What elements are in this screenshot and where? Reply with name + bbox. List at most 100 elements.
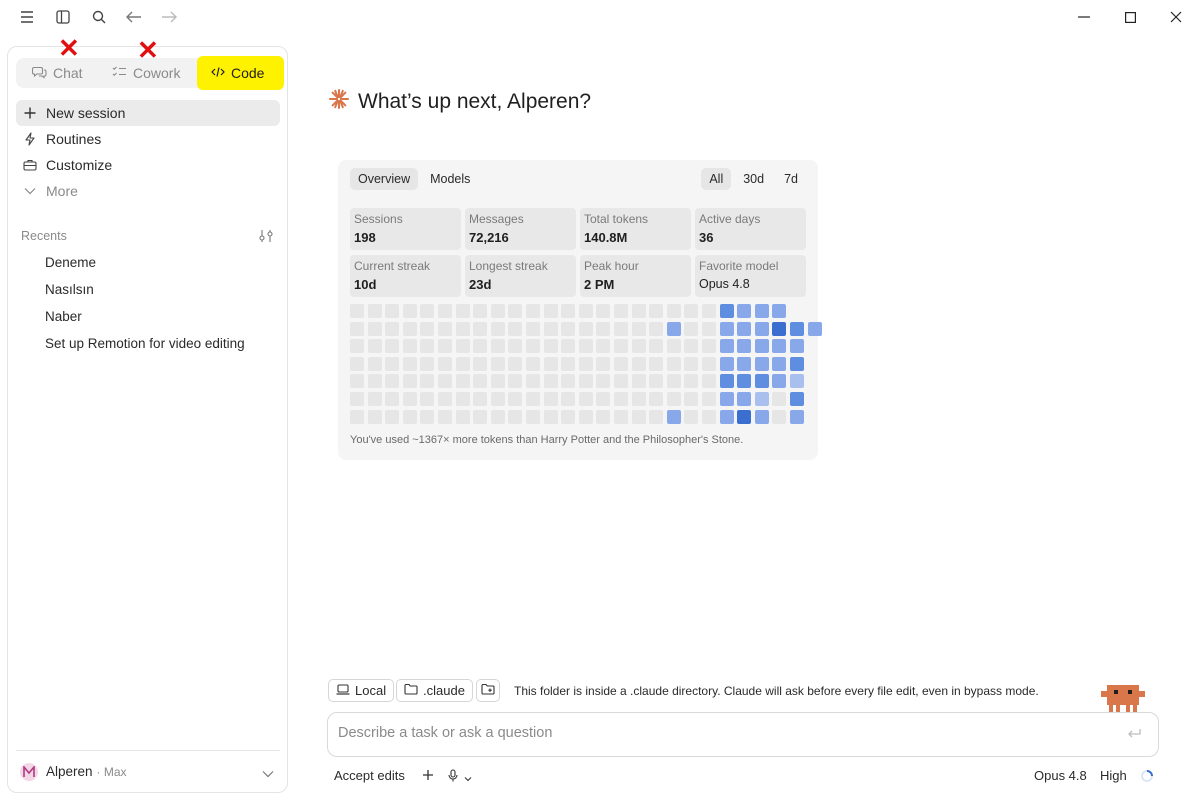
heatmap-cell [438,322,452,336]
new-session-button[interactable]: New session [16,100,280,126]
heatmap-cell [649,304,663,318]
heatmap-cell [438,410,452,424]
heatmap-cell [526,357,540,371]
heatmap-cell [508,304,522,318]
recent-item[interactable]: Nasılsın [45,282,94,297]
heatmap-cell [579,304,593,318]
accept-edits-button[interactable]: Accept edits [334,768,405,783]
stat-value: 140.8M [584,230,628,245]
heatmap-cell [438,374,452,388]
heatmap-cell [667,322,681,336]
heatmap-cell [438,392,452,406]
stat-label: Longest streak [469,259,548,273]
maximize-icon[interactable] [1119,6,1141,28]
range-all[interactable]: All [701,168,732,190]
heatmap-cell [684,357,698,371]
heatmap-cell [456,410,470,424]
stat-favorite-model: Favorite model Opus 4.8 [695,255,806,297]
heatmap-cell [385,374,399,388]
heatmap-cell [491,339,505,353]
stats-range-tabs: All 30d 7d [701,168,806,190]
stat-value: 2 PM [584,277,615,292]
sidebar-item-more[interactable]: More [16,178,280,204]
folder-plus-icon [481,683,495,698]
greeting: What’s up next, Alperen? [328,88,591,115]
user-menu[interactable]: Alperen · Max [16,750,280,792]
environment-selector[interactable]: Local [328,679,395,702]
environment-label: Local [355,683,387,698]
heatmap-cell [561,322,575,336]
range-7d[interactable]: 7d [776,168,806,190]
heatmap-cell [579,339,593,353]
heatmap-cell [596,374,610,388]
heatmap-cell [561,374,575,388]
laptop-icon [336,683,350,698]
new-folder-button[interactable] [476,679,500,702]
menu-icon[interactable] [16,6,38,28]
heatmap-cell [632,374,646,388]
recent-item[interactable]: Naber [45,309,82,324]
heatmap-cell [684,339,698,353]
sidebar: Chat Cowork Code ✕ ✕ New session Routine… [7,35,288,793]
enter-return-icon[interactable] [1126,727,1142,743]
stat-longest-streak: Longest streak 23d [465,255,576,297]
heatmap-cell [632,339,646,353]
heatmap-cell [544,357,558,371]
sidebar-item-customize[interactable]: Customize [16,152,280,178]
heatmap-cell [473,304,487,318]
stat-value: 23d [469,277,492,292]
heatmap-cell [385,410,399,424]
heatmap-cell [772,322,786,336]
minimize-icon[interactable] [1073,6,1095,28]
heatmap-cell [684,322,698,336]
back-arrow-icon[interactable] [123,6,145,28]
heatmap-cell [667,304,681,318]
model-selector[interactable]: Opus 4.8 [1034,768,1087,783]
effort-selector[interactable]: High [1100,768,1127,783]
recent-item[interactable]: Set up Remotion for video editing [45,336,245,351]
sidebar-toggle-icon[interactable] [52,6,74,28]
filter-sliders-icon[interactable] [258,229,274,245]
sidebar-item-routines[interactable]: Routines [16,126,280,152]
folder-selector[interactable]: .claude [396,679,473,702]
heatmap-cell [790,410,804,424]
avatar [20,762,38,781]
search-icon[interactable] [88,6,110,28]
claude-starburst-icon [328,88,350,115]
prompt-input[interactable] [338,725,1098,741]
heatmap-cell [684,392,698,406]
heatmap-cell [491,410,505,424]
heatmap-cell [579,357,593,371]
heatmap-cell [403,322,417,336]
range-30d[interactable]: 30d [735,168,772,190]
stat-current-streak: Current streak 10d [350,255,461,297]
heatmap-cell [420,339,434,353]
tab-code[interactable]: Code [197,56,284,90]
user-name: Alperen [46,764,93,779]
folder-label: .claude [423,683,465,698]
heatmap-cell [508,339,522,353]
customize-label: Customize [46,157,113,173]
recent-item[interactable]: Deneme [45,255,96,270]
heatmap-cell [772,339,786,353]
voice-input-button[interactable] [448,769,472,785]
heatmap-cell [403,357,417,371]
heatmap-cell [385,357,399,371]
heatmap-cell [473,357,487,371]
heatmap-cell [737,322,751,336]
stat-sessions: Sessions 198 [350,208,461,250]
forward-arrow-icon[interactable] [158,6,180,28]
heatmap-cell [473,410,487,424]
tab-models[interactable]: Models [422,168,478,190]
add-attachment-button[interactable] [422,769,434,784]
folder-icon [404,683,418,698]
stat-peak-hour: Peak hour 2 PM [580,255,691,297]
heatmap-cell [737,410,751,424]
heatmap-cell [772,304,786,318]
heatmap-cell [473,322,487,336]
composer-toolbar: Accept edits Opus 4.8 High [334,768,1164,786]
close-icon[interactable] [1165,6,1187,28]
tab-overview[interactable]: Overview [350,168,419,190]
heatmap-cell [755,392,769,406]
heatmap-cell [544,410,558,424]
